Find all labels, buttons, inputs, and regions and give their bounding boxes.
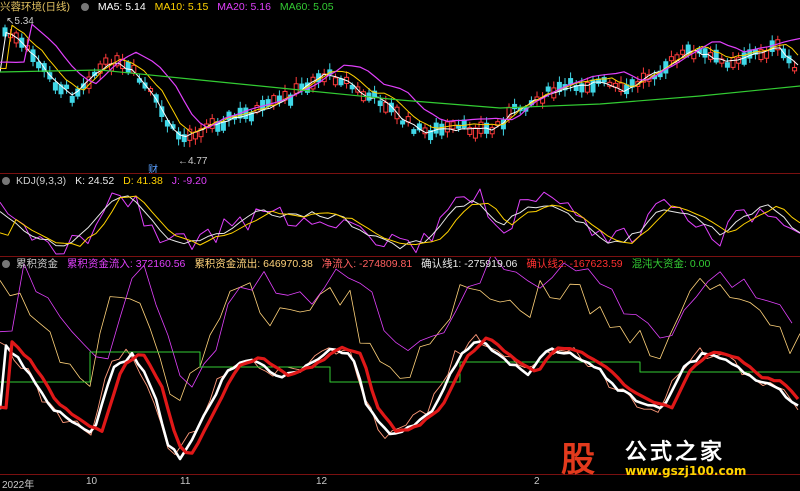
indicator-settings-icon[interactable] xyxy=(80,3,89,11)
candle-body xyxy=(702,48,708,58)
confirm-line1-value: 确认线1: -275919.06 xyxy=(421,258,518,270)
kdj-d-value: D: 41.38 xyxy=(123,175,163,187)
financial-report-marker[interactable]: 财 xyxy=(148,161,158,173)
candle-body xyxy=(411,129,417,134)
candle-body xyxy=(332,77,338,86)
candle-body xyxy=(730,57,736,68)
indicator-settings-icon[interactable] xyxy=(2,260,10,268)
candle-body xyxy=(601,77,607,83)
high-price-note: ↖5.34 xyxy=(6,16,34,27)
candle-body xyxy=(36,61,42,69)
candle-body xyxy=(349,84,355,90)
low-arrow-icon: ← xyxy=(178,156,188,167)
candle-body xyxy=(377,100,383,107)
watermark-title: 公式之家 xyxy=(625,440,726,465)
ma20-line xyxy=(0,23,800,129)
price-legend: 兴蓉环境(日线) MA5: 5.14 MA10: 5.15 MA20: 5.16… xyxy=(0,0,340,14)
site-watermark: 股 公式之家 www.gszj100.com xyxy=(553,432,783,482)
candle-body xyxy=(64,84,70,90)
candle-body xyxy=(545,86,551,92)
fund-inflow-value: 累积资金流入: 372160.56 xyxy=(66,258,186,270)
candle-body xyxy=(103,57,109,65)
candle-body xyxy=(2,27,8,37)
candle-body xyxy=(400,120,406,125)
kdj-d-line xyxy=(0,195,800,247)
ma5-value: MA5: 5.14 xyxy=(97,1,146,13)
ma10-value: MA10: 5.15 xyxy=(154,1,209,13)
price-panel[interactable]: 兴蓉环境(日线) MA5: 5.14 MA10: 5.15 MA20: 5.16… xyxy=(0,0,800,173)
candle-body xyxy=(338,78,344,86)
date-label: 12 xyxy=(316,476,328,487)
kdj-k-line xyxy=(0,195,800,250)
ma20-value: MA20: 5.16 xyxy=(217,1,271,13)
kdj-name: KDJ(9,3,3) xyxy=(16,175,67,187)
candle-body xyxy=(52,82,58,91)
kdj-legend: KDJ(9,3,3) K: 24.52 D: 41.38 J: -9.20 xyxy=(0,174,213,188)
ma60-value: MA60: 5.05 xyxy=(279,1,334,13)
candle-body xyxy=(584,81,590,93)
candle-body xyxy=(472,127,478,139)
candle-body xyxy=(724,62,730,68)
kdj-panel[interactable]: KDJ(9,3,3) K: 24.52 D: 41.38 J: -9.20 xyxy=(0,174,800,256)
watermark-url: www.gszj100.com xyxy=(625,464,747,478)
fund-outflow-value: 累积资金流出: 646970.38 xyxy=(194,258,313,270)
ma5-line xyxy=(0,32,799,138)
date-label: 2 xyxy=(534,476,540,487)
candle-body xyxy=(680,49,686,55)
candle-body xyxy=(478,121,484,134)
fund-legend: 累积资金 累积资金流入: 372160.56 累积资金流出: 646970.38… xyxy=(0,257,716,271)
candle-body xyxy=(383,101,389,113)
chaos-fund-value: 混沌大资金: 0.00 xyxy=(631,258,711,270)
candle-body xyxy=(461,119,467,129)
net-inflow-value: 净流入: -274809.81 xyxy=(321,258,413,270)
kdj-k-value: K: 24.52 xyxy=(75,175,115,187)
confirm-line2-value: 确认线2: -167623.59 xyxy=(526,258,623,270)
candle-body xyxy=(293,83,299,94)
candle-body xyxy=(125,61,131,74)
candle-body xyxy=(439,123,445,136)
security-title: 兴蓉环境(日线) xyxy=(0,1,70,13)
fund-name: 累积资金 xyxy=(16,258,58,270)
candle-body xyxy=(69,95,75,103)
date-label: 10 xyxy=(86,476,98,487)
candle-body xyxy=(792,67,798,72)
indicator-settings-icon[interactable] xyxy=(2,177,10,185)
date-label: 11 xyxy=(180,476,191,487)
candle-body xyxy=(668,56,674,62)
low-price-note: ←4.77 xyxy=(178,156,208,167)
candlestick-chart[interactable] xyxy=(0,0,800,173)
fund-inflow-line xyxy=(0,257,793,388)
kdj-j-value: J: -9.20 xyxy=(171,175,207,187)
watermark-logo: 股 xyxy=(561,440,595,480)
